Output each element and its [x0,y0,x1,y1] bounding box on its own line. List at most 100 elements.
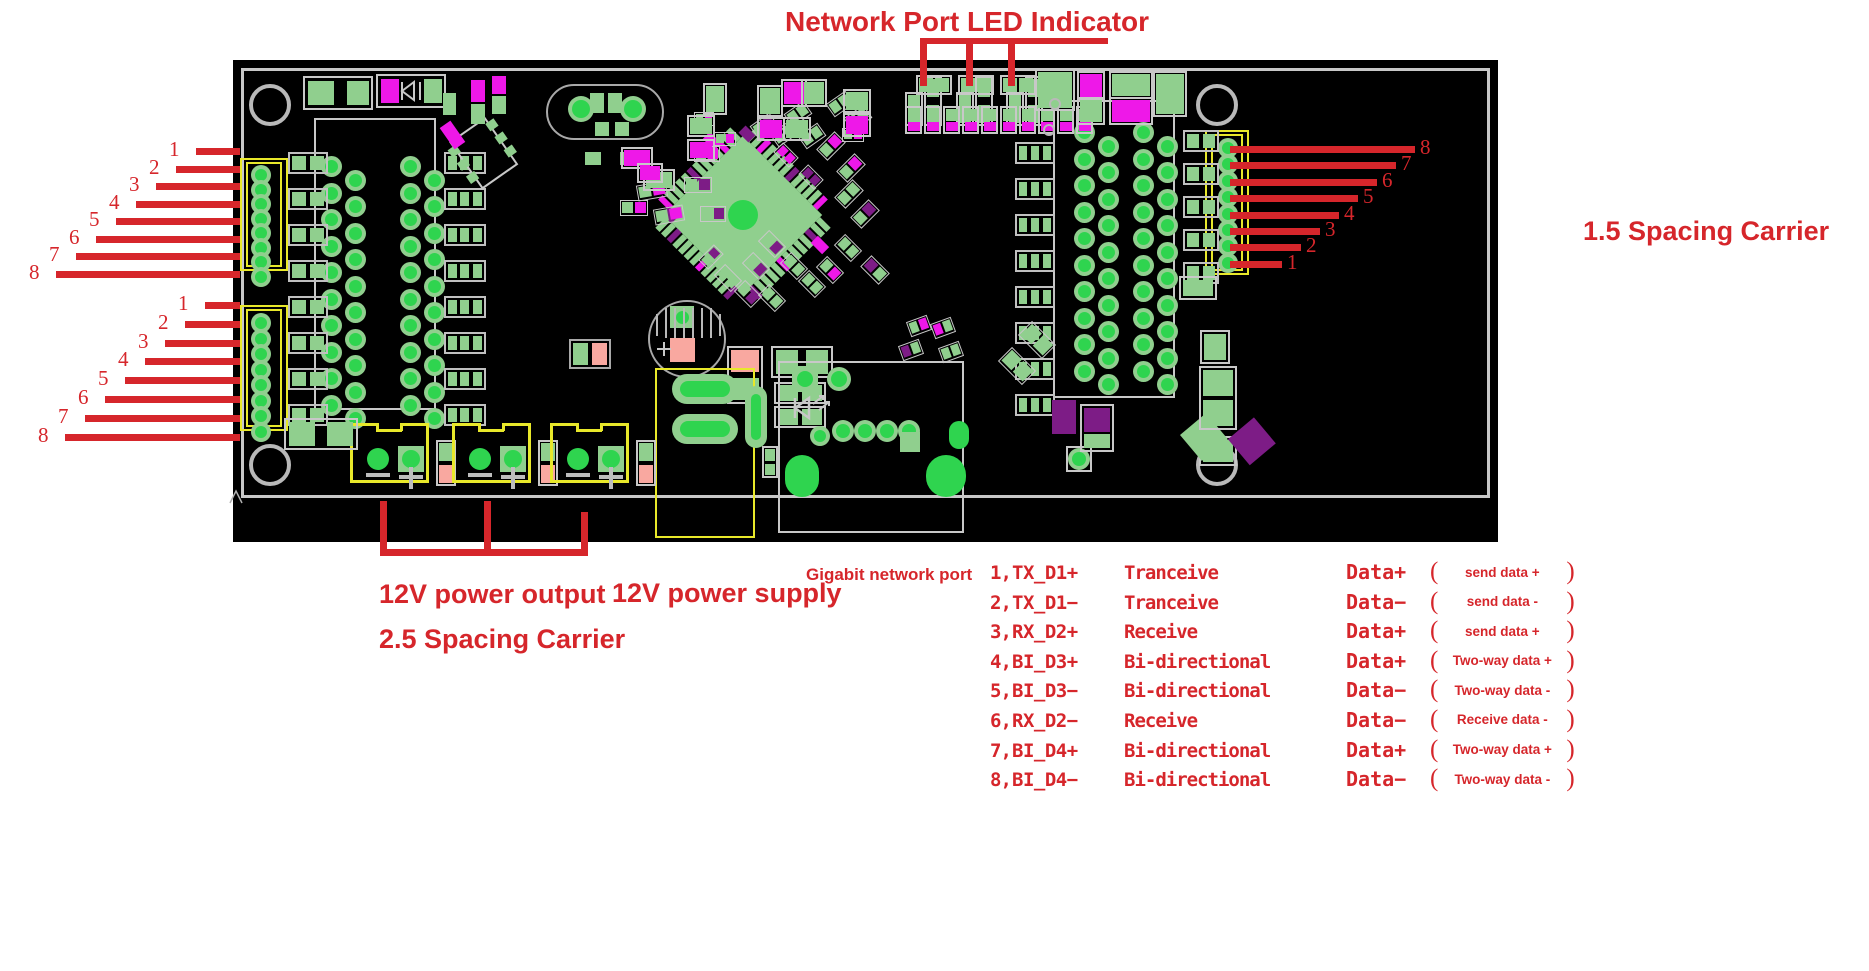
left-module-pad-c3-10 [404,398,417,412]
pin-signal: BI_D3− [1012,680,1078,703]
top-misc2-pad-8 [846,116,868,134]
right-module-pad-c2-2 [1102,166,1115,179]
right-leader-8 [1230,146,1415,153]
res-mid-4 [444,260,486,282]
top-misc2-pad-13 [640,166,660,180]
rj45-signal-pad-3 [880,424,894,438]
res-right-4 [1183,229,1219,251]
res-left-7 [288,368,328,390]
left-bottom-pin-number-8: 8 [38,422,49,447]
left-top-pin-number-6: 6 [69,224,80,249]
right-module-pad-c3-4 [1137,205,1150,219]
res-mid-3 [444,224,486,246]
led-body-pad-b-2 [977,78,991,92]
silk-plus-2 [501,467,525,489]
smd-pad-b [941,319,954,333]
cap-stripe-4 [683,308,685,338]
left-bottom-pad-5 [255,379,267,391]
left-bottom-pad-8 [255,425,267,438]
left-bottom-pad-7 [255,410,267,422]
smd-pad-b [808,174,821,187]
left-top-leader-7 [76,253,240,260]
right-leader-6 [1230,178,1377,186]
pcb-annotated-diagram: Network Port LED Indicator 12345678 1234… [0,0,1869,971]
silk-minus-3 [566,473,590,477]
green-pad-near-soic [443,93,456,115]
pwr-marker-green-3 [639,443,653,461]
smd-component-30 [714,132,736,146]
smd-pad-b [726,134,734,143]
cap-stripe-7 [710,308,712,338]
led-lower-pad-m-3 [945,122,958,131]
power-output-bracket-line-3 [581,512,588,556]
pwr-marker-green-1 [439,443,453,461]
crystal-body-b [608,93,622,113]
left-top-leader-1 [196,148,240,155]
right-pin-number-7: 7 [1401,151,1412,176]
top-misc-pad-4 [1112,74,1150,96]
res-rightmod-left-3 [1015,214,1055,236]
pin-note: Receive data - [1456,712,1548,728]
pin-index: 1, [990,562,1012,584]
left-module-pad-c3-5 [404,266,417,279]
paren-open: ( [1430,735,1439,763]
crystal-pad-right [624,100,642,118]
power-output-pad-negative-2 [469,448,491,470]
pin-table-row: 3, RX_D2+ Receive Data+ (send data +) [990,617,1575,647]
res-left-6 [288,332,328,354]
bottom-left-pad-b [327,422,353,446]
rj45-signal-pad-2 [858,424,872,438]
pwr-top-r-3 [600,423,629,426]
bottom-left-pad-a [289,422,315,446]
silk-plus-v [409,467,413,489]
crystal-pad-left [572,100,590,118]
power-output-pad-positive-2 [504,450,522,468]
pin-direction: Bi-directional [1124,769,1271,792]
left-bottom-pin-number-6: 6 [78,385,89,409]
left-top-pad-2 [255,183,267,196]
mounting-hole-top-left [249,84,291,126]
top-misc2-pad-10 [786,120,808,138]
left-top-pad-7 [255,256,267,268]
res-rightmod-left-8 [1015,394,1055,416]
left-top-pad-6 [255,241,267,254]
mounting-hole-top-right [1196,84,1238,126]
right-module-pad-c4-9 [1161,351,1174,365]
left-bottom-pad-6 [255,394,267,407]
led-lower-pad-m-6 [1002,122,1015,131]
pin-note-group: (Two-way data -) [1430,676,1575,704]
pin-table-row: 8, BI_D4− Bi-directional Data− (Two-way data… [990,765,1575,795]
pin-direction: Receive [1124,621,1198,644]
pwr-marker-pink-3 [639,465,653,483]
top-misc2-pad-1 [690,118,712,134]
left-module-pad-c2-9 [349,385,362,399]
left-bottom-leader-8 [65,433,240,441]
cap-stripe-8 [719,314,721,336]
pin-index: 7, [990,739,1012,762]
left-module-pad-c1-7 [325,319,338,332]
paren-open: ( [1430,676,1439,704]
right-module-pad-c3-5 [1137,232,1150,245]
left-top-leader-3 [156,183,240,190]
smd-pad-b [909,341,922,355]
left-module-pad-c2-3 [349,226,362,240]
res-rightmod-left-1 [1015,142,1055,164]
right-module-pad-c2-4 [1102,219,1115,232]
pin-note: Two-way data + [1452,742,1552,758]
crystal-body-c [595,122,609,136]
rj45-signal-pad-0 [814,430,826,442]
right-module-pad-c4-4 [1161,219,1174,232]
left-top-pad-8 [255,270,267,283]
smd-pad-a [655,209,669,223]
right-module-pad-c4-5 [1161,245,1174,259]
pin-data: Data+ [1346,619,1407,644]
led-lower-pad-m-7 [1021,122,1034,131]
right-module-pad-c1-8 [1078,311,1091,325]
pin-note-group: (send data +) [1430,558,1575,586]
paren-close: ) [1566,617,1575,645]
green-pad-top-left-3 [492,96,506,114]
pin-direction: Receive [1124,709,1198,732]
lower-right-part-pad [1084,434,1110,448]
left-top-leader-5 [116,218,240,225]
right-module-pad-c2-10 [1102,378,1115,391]
